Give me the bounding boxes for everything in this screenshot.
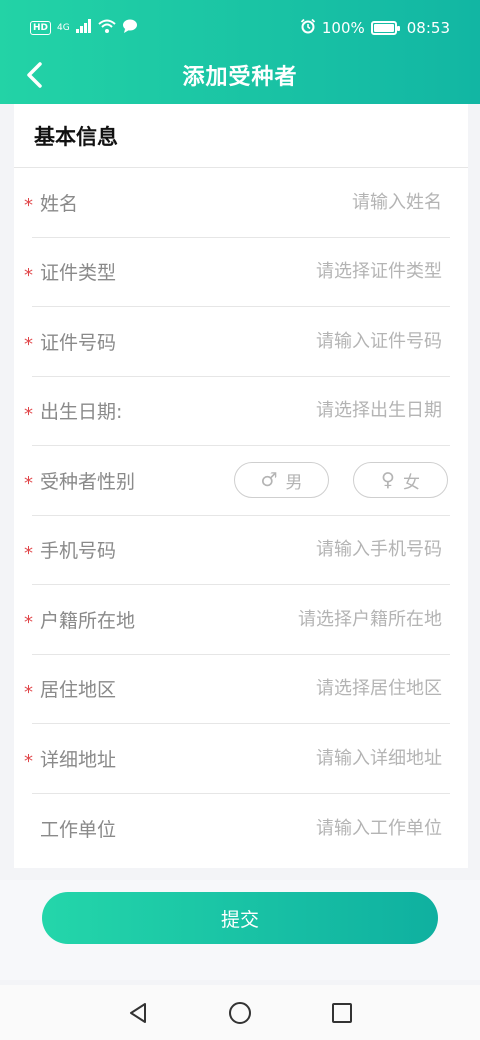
id-number-input[interactable] (190, 330, 450, 352)
gender-female-button[interactable]: ♀ 女 (353, 462, 448, 499)
system-home-button[interactable] (225, 998, 255, 1028)
field-gender: * 受种者性别 ♂ 男 ♀ 女 (24, 446, 450, 516)
field-work-unit: 工作单位 (32, 794, 450, 864)
required-mark: * (24, 195, 33, 216)
bottom-action-area: 提交 (0, 880, 480, 980)
page-title: 添加受种者 (182, 65, 298, 90)
field-id-number: * 证件号码 (24, 307, 450, 377)
status-right: 100% 08:53 (300, 18, 450, 38)
required-mark: * (24, 681, 33, 703)
hd-badge: HD (30, 21, 52, 35)
household-registration-select[interactable] (190, 608, 450, 630)
required-mark: * (24, 542, 33, 564)
field-label: 姓名 (40, 192, 79, 215)
required-mark: * (24, 403, 33, 425)
system-back-button[interactable] (123, 998, 153, 1028)
field-label: 受种者性别 (40, 470, 136, 493)
work-unit-input[interactable] (190, 817, 450, 839)
female-icon: ♀ (381, 469, 395, 492)
id-type-select[interactable] (190, 261, 450, 283)
wifi-icon (98, 19, 116, 37)
field-label: 手机号码 (40, 540, 117, 563)
field-label: 居住地区 (40, 679, 117, 702)
field-label: 出生日期: (40, 401, 123, 424)
required-mark: * (24, 751, 33, 772)
required-mark: * (24, 264, 33, 286)
section-title: 基本信息 (34, 124, 118, 149)
gender-male-button[interactable]: ♂ 男 (234, 462, 329, 499)
phone-input[interactable] (190, 539, 450, 561)
battery-level-fill (373, 24, 394, 32)
field-phone: * 手机号码 (24, 516, 450, 585)
nav-bar: 添加受种者 (0, 48, 480, 102)
message-icon (122, 19, 138, 37)
back-button[interactable] (18, 58, 52, 92)
male-icon: ♂ (260, 469, 278, 492)
triangle-back-icon (130, 1002, 146, 1023)
field-residence-area[interactable]: * 居住地区 (24, 655, 450, 724)
required-mark: * (24, 473, 33, 494)
app-header: HD 4G 100% 08:53 添加受种者 (0, 0, 480, 104)
field-id-type[interactable]: * 证件类型 (24, 238, 450, 307)
battery-icon (370, 21, 400, 35)
field-label: 详细地址 (40, 748, 117, 771)
field-label: 工作单位 (40, 818, 117, 841)
field-household-registration[interactable]: * 户籍所在地 (24, 585, 450, 655)
gender-options: ♂ 男 ♀ 女 (234, 462, 448, 499)
basic-info-card: 基本信息 * 姓名 * 证件类型 * 证件号码 * 出生日期: * 受种者性别 … (14, 104, 468, 868)
field-name: * 姓名 (24, 168, 450, 238)
field-detailed-address: * 详细地址 (24, 724, 450, 794)
residence-area-select[interactable] (190, 678, 450, 700)
card-header: 基本信息 (14, 104, 468, 168)
birth-date-picker[interactable] (190, 400, 450, 422)
alarm-icon (300, 18, 316, 38)
chevron-left-icon (27, 62, 42, 88)
signal-icon (75, 19, 92, 37)
system-nav-bar (0, 985, 480, 1040)
detailed-address-input[interactable] (190, 747, 450, 769)
square-recents-icon (332, 1002, 352, 1023)
submit-button[interactable]: 提交 (42, 892, 438, 944)
required-mark: * (24, 612, 33, 633)
system-recents-button[interactable] (327, 998, 357, 1028)
gender-male-label: 男 (285, 472, 303, 493)
signal-4g-label: 4G (57, 22, 70, 33)
name-input[interactable] (190, 191, 450, 213)
circle-home-icon (229, 1001, 251, 1024)
status-left: HD 4G (30, 19, 138, 37)
required-mark: * (24, 334, 33, 355)
field-label: 户籍所在地 (40, 609, 136, 632)
field-birth-date[interactable]: * 出生日期: (24, 377, 450, 446)
battery-percent: 100% (321, 19, 365, 37)
field-label: 证件号码 (40, 331, 117, 354)
gender-female-label: 女 (402, 472, 420, 493)
status-time: 08:53 (406, 19, 450, 37)
field-label: 证件类型 (40, 262, 117, 285)
